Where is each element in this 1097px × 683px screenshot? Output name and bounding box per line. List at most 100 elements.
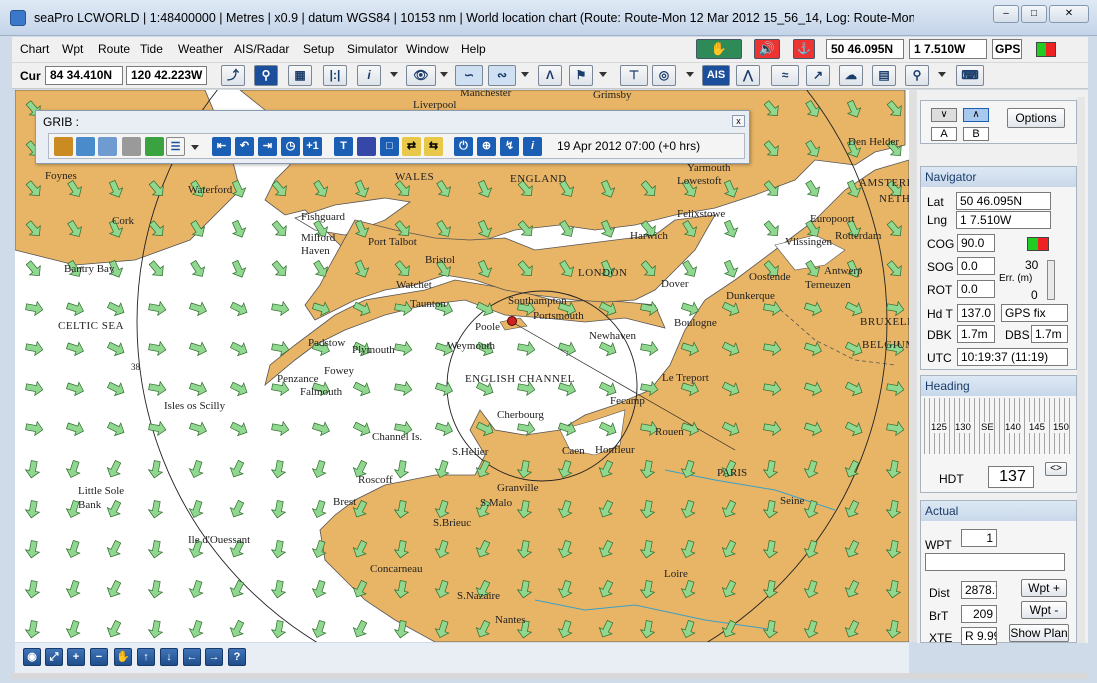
- waypoint-route-icon[interactable]: ∾: [488, 65, 516, 86]
- flag-icon[interactable]: ⚑: [569, 65, 593, 86]
- tide-icon[interactable]: ⊤: [620, 65, 648, 86]
- pan-hand-icon[interactable]: ✋: [114, 648, 132, 666]
- menu-weather[interactable]: Weather: [178, 42, 223, 56]
- grib-info-icon[interactable]: i: [523, 137, 542, 156]
- undo-icon[interactable]: ↶: [235, 137, 254, 156]
- zoom-in-icon[interactable]: +: [67, 648, 85, 666]
- power-icon[interactable]: ⏻: [454, 137, 473, 156]
- arrow-diagonal-icon[interactable]: ↗: [806, 65, 830, 86]
- options-button[interactable]: Options: [1007, 108, 1065, 128]
- minimize-button[interactable]: –: [993, 5, 1019, 23]
- wpt-plus-button[interactable]: Wpt +: [1021, 579, 1067, 597]
- magnifier-dropdown-icon[interactable]: [938, 72, 946, 77]
- heading-tick: 130: [955, 422, 971, 433]
- grib-toolbar-window[interactable]: GRIB : x ☰ ⇤ ↶ ⇥ ◷ +1 T □ ⇄ ⇆ ⏻ ⊕ ↯ i 19…: [35, 110, 750, 164]
- tape-measure-icon[interactable]: ⤴: [221, 65, 245, 86]
- chart-scrollbar[interactable]: [909, 90, 917, 642]
- target-dropdown-icon[interactable]: [686, 72, 694, 77]
- text-t-button[interactable]: T: [334, 137, 353, 156]
- track-icon[interactable]: ⋀: [736, 65, 760, 86]
- menu-route[interactable]: Route: [98, 42, 130, 56]
- map-color-icon[interactable]: [145, 137, 164, 156]
- view-dropdown-icon[interactable]: [440, 72, 448, 77]
- ais-button[interactable]: AIS: [702, 65, 730, 86]
- chart-area[interactable]: Manchester Grimsby Liverpool WALES ENGLA…: [15, 90, 909, 642]
- route-dropdown-icon[interactable]: [521, 72, 529, 77]
- alarm-icon[interactable]: 🔊: [754, 39, 780, 59]
- menu-ais-radar[interactable]: AIS/Radar: [234, 42, 289, 56]
- show-plan-button[interactable]: Show Plan: [1009, 624, 1069, 642]
- zoom-search-icon[interactable]: ⚲: [254, 65, 278, 86]
- menu-simulator[interactable]: Simulator: [347, 42, 398, 56]
- center-icon[interactable]: ◉: [23, 648, 41, 666]
- list-dropdown-icon[interactable]: [191, 145, 199, 150]
- menu-help[interactable]: Help: [461, 42, 486, 56]
- arrow-down-icon[interactable]: ↓: [160, 648, 178, 666]
- menu-window[interactable]: Window: [406, 42, 449, 56]
- menu-wpt[interactable]: Wpt: [62, 42, 83, 56]
- right-panel-scrollbar[interactable]: [1077, 97, 1085, 643]
- wave-icon[interactable]: ≈: [771, 65, 799, 86]
- color-palette-icon[interactable]: [357, 137, 376, 156]
- menu-chart[interactable]: Chart: [20, 42, 49, 56]
- arrow-left-end-icon[interactable]: ⇤: [212, 137, 231, 156]
- right-panel: ∨ ∧ A B Options Navigator Lat 50 46.095N…: [917, 90, 1088, 645]
- menu-setup[interactable]: Setup: [303, 42, 334, 56]
- target-icon[interactable]: ◎: [652, 65, 676, 86]
- hand-icon[interactable]: ✋: [696, 39, 742, 59]
- text-t-boxed-icon[interactable]: □: [380, 137, 399, 156]
- menu-tide[interactable]: Tide: [140, 42, 163, 56]
- eye-icon[interactable]: 👁: [406, 65, 436, 86]
- arrow-left-icon[interactable]: ←: [183, 648, 201, 666]
- divider-icon[interactable]: Λ: [538, 65, 562, 86]
- a-button[interactable]: A: [931, 127, 957, 141]
- cog-label: COG: [927, 237, 955, 251]
- sog-value: 0.0: [957, 257, 995, 275]
- chart-window-icon[interactable]: ▦: [288, 65, 312, 86]
- document-icon[interactable]: ▤: [872, 65, 896, 86]
- magnifier-icon[interactable]: ⚲: [905, 65, 929, 86]
- place-label: Grimsby: [593, 90, 632, 101]
- anchor-alarm-icon[interactable]: ⚓: [793, 39, 815, 59]
- plus-one-button[interactable]: +1: [303, 137, 322, 156]
- place-label: Isles os Scilly: [164, 400, 226, 412]
- flag-dropdown-icon[interactable]: [599, 72, 607, 77]
- crosshair-icon[interactable]: ⊕: [477, 137, 496, 156]
- zoom-out-icon[interactable]: −: [90, 648, 108, 666]
- place-label: BRUXELLES: [860, 316, 909, 328]
- edit-icon[interactable]: [76, 137, 95, 156]
- place-label: Penzance: [277, 373, 319, 385]
- arrow-right-end-icon[interactable]: ⇥: [258, 137, 277, 156]
- close-button[interactable]: ✕: [1049, 5, 1089, 23]
- path-icon[interactable]: ↯: [500, 137, 519, 156]
- maximize-button[interactable]: □: [1021, 5, 1047, 23]
- clock-icon[interactable]: ◷: [281, 137, 300, 156]
- swap-icon[interactable]: ⇄: [402, 137, 421, 156]
- info-dropdown-icon[interactable]: [390, 72, 398, 77]
- zoom-fit-icon[interactable]: ⤢: [45, 648, 63, 666]
- place-label: NETHE: [879, 193, 909, 205]
- gps-button[interactable]: GPS: [992, 39, 1022, 59]
- grib-close-button[interactable]: x: [732, 115, 745, 127]
- weather-icon[interactable]: ☁: [839, 65, 863, 86]
- heading-tick: 140: [1005, 422, 1021, 433]
- split-view-icon[interactable]: |:|: [323, 65, 347, 86]
- b-button[interactable]: B: [963, 127, 989, 141]
- chevron-up-icon[interactable]: ∧: [963, 108, 989, 122]
- arrow-up-icon[interactable]: ↑: [137, 648, 155, 666]
- help-icon[interactable]: ?: [228, 648, 246, 666]
- chart-svg[interactable]: [15, 90, 909, 642]
- chevron-down-icon[interactable]: ∨: [931, 108, 957, 122]
- list-icon[interactable]: ☰: [166, 137, 185, 156]
- place-label: Harwich: [630, 230, 668, 242]
- rot-label: ROT: [927, 283, 953, 297]
- swap-button[interactable]: <>: [1045, 462, 1067, 476]
- open-folder-icon[interactable]: [54, 137, 73, 156]
- refresh-icon[interactable]: [98, 137, 117, 156]
- swap-back-icon[interactable]: ⇆: [424, 137, 443, 156]
- wpt-minus-button[interactable]: Wpt -: [1021, 601, 1067, 619]
- keyboard-icon[interactable]: ⌨: [956, 65, 984, 86]
- route-icon[interactable]: ∽: [455, 65, 483, 86]
- arrow-right-icon[interactable]: →: [205, 648, 223, 666]
- info-icon[interactable]: i: [357, 65, 381, 86]
